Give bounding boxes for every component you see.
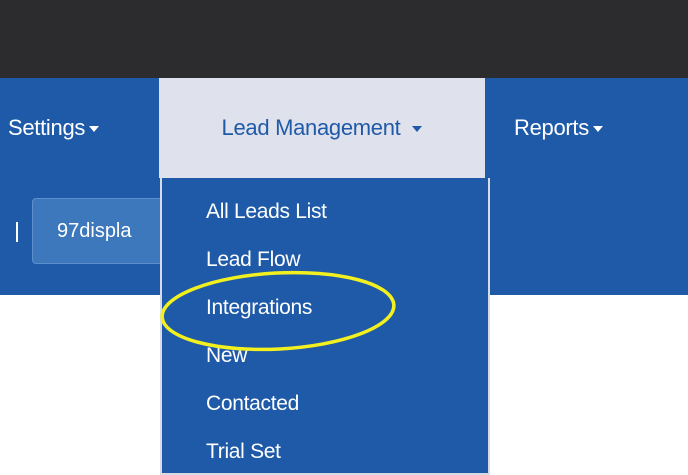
dropdown-item-all-leads-list[interactable]: All Leads List [206, 200, 327, 224]
caret-down-icon [592, 126, 603, 132]
nav-lead-management-label: Lead Management [221, 115, 401, 140]
dropdown-item-contacted[interactable]: Contacted [206, 392, 299, 416]
dropdown-item-integrations[interactable]: Integrations [206, 296, 312, 320]
dropdown-item-new[interactable]: New [206, 344, 247, 368]
nav-lead-management-menu[interactable]: Lead Management [159, 78, 485, 178]
nav-reports-menu[interactable]: Reports [514, 78, 603, 178]
display-selector-label: 97displa [57, 220, 132, 242]
nav-settings-label: Settings [8, 115, 86, 140]
dropdown-item-trial-set[interactable]: Trial Set [206, 440, 281, 464]
caret-down-icon [412, 126, 423, 132]
nav-settings-menu[interactable]: Settings [8, 78, 100, 178]
caret-down-icon [89, 126, 100, 132]
toolbar-separator [16, 222, 18, 242]
dropdown-item-lead-flow[interactable]: Lead Flow [206, 248, 301, 272]
lead-management-dropdown: All Leads List Lead Flow Integrations Ne… [160, 178, 490, 475]
top-dark-bar [0, 0, 688, 78]
nav-reports-label: Reports [514, 115, 589, 140]
